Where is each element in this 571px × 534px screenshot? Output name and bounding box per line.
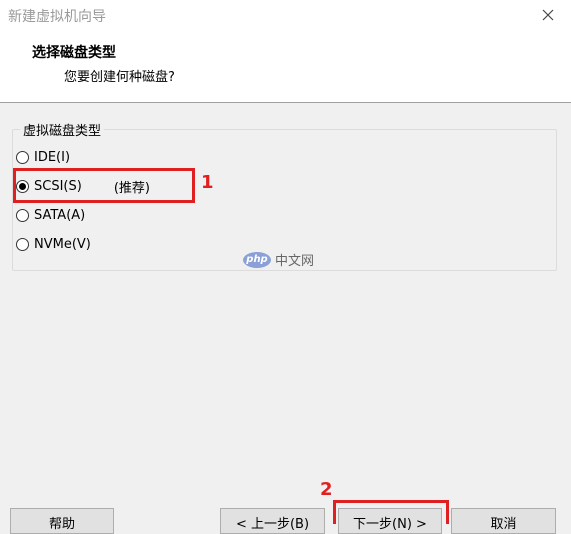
group-legend: 虚拟磁盘类型 xyxy=(20,120,105,139)
close-icon xyxy=(542,9,554,21)
annotation-badge-1: 1 xyxy=(201,172,214,193)
radio-button[interactable] xyxy=(16,237,29,251)
wizard-header: 选择磁盘类型 您要创建何种磁盘? xyxy=(0,30,571,103)
help-button[interactable]: 帮助 xyxy=(10,508,114,534)
php-logo: php xyxy=(243,251,271,268)
radio-label-sata: SATA(A) xyxy=(34,207,86,223)
window-title: 新建虚拟机向导 xyxy=(8,9,106,25)
watermark: php 中文网 xyxy=(243,250,314,269)
radio-nvme[interactable]: NVMe(V) xyxy=(16,232,91,256)
radio-ide[interactable]: IDE(I) xyxy=(16,145,70,169)
close-button[interactable] xyxy=(525,0,571,30)
wizard-content: 虚拟磁盘类型 IDE(I) SCSI(S) (推荐) SATA(A) NVMe(… xyxy=(0,103,571,524)
cancel-button[interactable]: 取消 xyxy=(451,508,556,534)
title-bar: 新建虚拟机向导 xyxy=(0,0,571,30)
radio-label-ide: IDE(I) xyxy=(34,149,71,165)
radio-button[interactable] xyxy=(16,150,29,164)
highlight-box-next xyxy=(333,500,449,524)
radio-button[interactable] xyxy=(16,208,29,222)
watermark-text: 中文网 xyxy=(275,254,315,269)
back-button[interactable]: < 上一步(B) xyxy=(220,508,325,534)
page-subtitle: 您要创建何种磁盘? xyxy=(64,70,175,85)
radio-label-nvme: NVMe(V) xyxy=(34,236,91,252)
radio-sata[interactable]: SATA(A) xyxy=(16,203,85,227)
highlight-box-scsi xyxy=(13,168,195,203)
page-title: 选择磁盘类型 xyxy=(32,45,116,61)
annotation-badge-2: 2 xyxy=(320,479,333,500)
